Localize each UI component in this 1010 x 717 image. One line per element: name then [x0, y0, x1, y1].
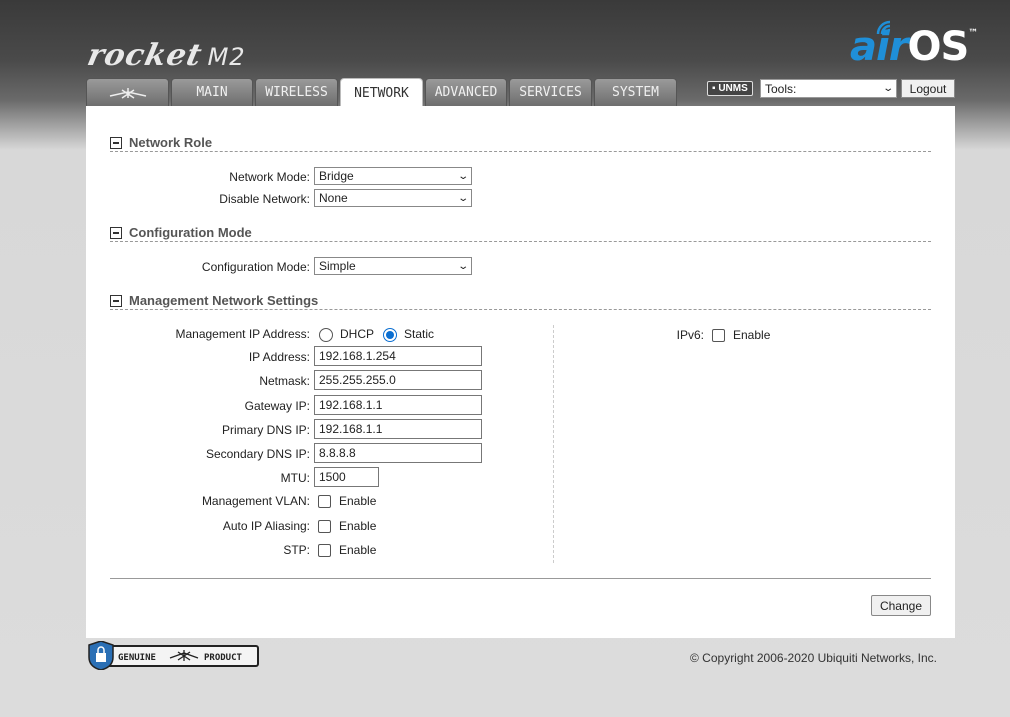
section-configuration-mode: Configuration Mode — [110, 225, 931, 242]
stp-label: STP: — [283, 543, 310, 557]
network-mode-select[interactable]: Bridge ⌄ — [314, 167, 472, 185]
collapse-icon[interactable] — [110, 227, 122, 239]
tools-select[interactable]: Tools: ⌄ — [760, 79, 897, 98]
tab-system-label: SYSTEM — [612, 85, 659, 100]
airos-logo: airOS™ — [850, 24, 978, 70]
collapse-icon[interactable] — [110, 295, 122, 307]
stp-enable-label: Enable — [339, 543, 377, 557]
management-ip-label: Management IP Address: — [175, 327, 310, 341]
gateway-ip-label: Gateway IP: — [244, 399, 310, 413]
primary-dns-label: Primary DNS IP: — [221, 423, 310, 437]
genuine-right-text: PRODUCT — [204, 653, 243, 663]
genuine-left-text: GENUINE — [118, 653, 156, 663]
tab-network-label: NETWORK — [354, 85, 409, 101]
static-label: Static — [404, 327, 435, 341]
main-panel — [86, 106, 955, 638]
product-logo: rocketM2 — [84, 38, 249, 73]
gateway-ip-input[interactable]: 192.168.1.1 — [314, 395, 482, 415]
tab-advanced-label: ADVANCED — [434, 85, 498, 100]
mtu-input[interactable]: 1500 — [314, 467, 379, 487]
netmask-label: Netmask: — [259, 374, 310, 388]
configuration-mode-select[interactable]: Simple ⌄ — [314, 257, 472, 275]
chevron-down-icon: ⌄ — [456, 170, 469, 182]
tab-wireless[interactable]: WIRELESS — [255, 78, 338, 106]
disable-network-label: Disable Network: — [219, 192, 310, 206]
tab-network[interactable]: NETWORK — [340, 78, 423, 107]
section-title: Network Role — [129, 135, 213, 150]
column-divider — [553, 325, 554, 563]
divider — [110, 578, 931, 579]
secondary-dns-input[interactable]: 8.8.8.8 — [314, 443, 482, 463]
management-vlan-label: Management VLAN: — [201, 494, 310, 508]
copyright-text: © Copyright 2006-2020 Ubiquiti Networks,… — [690, 651, 937, 665]
section-network-role: Network Role — [110, 135, 931, 152]
section-title: Configuration Mode — [129, 225, 252, 240]
change-button[interactable]: Change — [871, 595, 931, 616]
ip-address-label: IP Address: — [248, 350, 310, 364]
ip-address-input[interactable]: 192.168.1.254 — [314, 346, 482, 366]
genuine-product-badge: GENUINE PRODUCT — [88, 641, 259, 670]
unms-label: UNMS — [718, 83, 748, 94]
secondary-dns-label: Secondary DNS IP: — [205, 447, 310, 461]
tab-main[interactable]: MAIN — [171, 78, 253, 106]
product-model: M2 — [204, 43, 249, 71]
tab-main-label: MAIN — [196, 85, 228, 100]
airos-logo-tm: ™ — [968, 28, 978, 39]
section-title: Management Network Settings — [129, 293, 319, 308]
mtu-label: MTU: — [280, 471, 310, 485]
auto-ip-aliasing-label: Auto IP Aliasing: — [222, 519, 310, 533]
disable-network-select[interactable]: None ⌄ — [314, 189, 472, 207]
ubiquiti-logo-icon — [109, 87, 146, 99]
airos-logo-air: air — [850, 24, 908, 70]
section-management-network: Management Network Settings — [110, 293, 931, 310]
tab-wireless-label: WIRELESS — [265, 85, 328, 100]
disable-network-value: None — [319, 191, 348, 205]
configuration-mode-label: Configuration Mode: — [201, 260, 310, 274]
chevron-down-icon: ⌄ — [456, 192, 469, 204]
ipv6-enable-label: Enable — [733, 328, 771, 342]
management-vlan-checkbox[interactable] — [318, 495, 331, 508]
primary-dns-input[interactable]: 192.168.1.1 — [314, 419, 482, 439]
tab-services-label: SERVICES — [519, 85, 582, 100]
product-logo-text: rocket — [84, 38, 206, 73]
auto-ip-aliasing-enable-label: Enable — [339, 519, 377, 533]
dhcp-label: DHCP — [340, 327, 375, 341]
ipv6-label: IPv6: — [676, 328, 704, 342]
netmask-input[interactable]: 255.255.255.0 — [314, 370, 482, 390]
collapse-icon[interactable] — [110, 137, 122, 149]
tab-advanced[interactable]: ADVANCED — [425, 78, 507, 106]
management-vlan-enable-label: Enable — [339, 494, 377, 508]
tab-services[interactable]: SERVICES — [509, 78, 592, 106]
network-mode-value: Bridge — [319, 169, 354, 183]
stp-checkbox[interactable] — [318, 544, 331, 557]
tab-system[interactable]: SYSTEM — [594, 78, 677, 106]
static-radio[interactable] — [383, 328, 397, 342]
tab-home[interactable] — [86, 78, 169, 106]
chevron-down-icon: ⌄ — [456, 260, 469, 272]
airos-logo-os: OS — [907, 24, 969, 70]
unms-button[interactable]: ▪ UNMS — [707, 81, 753, 96]
ipv6-checkbox[interactable] — [712, 329, 725, 342]
dhcp-radio[interactable] — [319, 328, 333, 342]
network-mode-label: Network Mode: — [229, 170, 310, 184]
tools-select-value: Tools: — [765, 81, 797, 96]
logout-button[interactable]: Logout — [901, 79, 955, 98]
chevron-down-icon: ⌄ — [881, 83, 894, 94]
configuration-mode-value: Simple — [319, 259, 356, 273]
auto-ip-aliasing-checkbox[interactable] — [318, 520, 331, 533]
